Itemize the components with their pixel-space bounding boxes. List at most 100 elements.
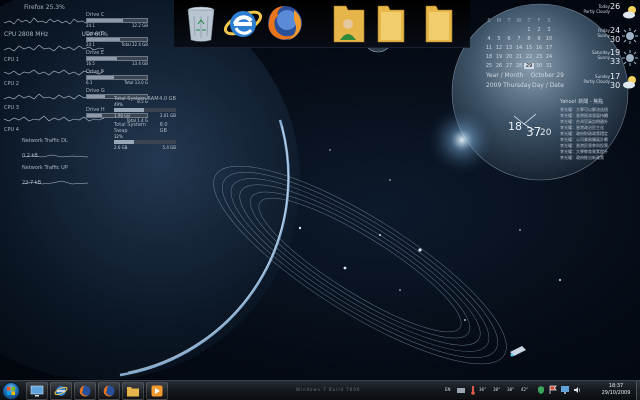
show-desktop-button[interactable] bbox=[636, 381, 640, 400]
clock-second: 20 bbox=[540, 128, 552, 138]
media-player-icon bbox=[151, 385, 163, 397]
news-feed-gadget: Yahoo! 新聞 - 焦點 李光耀：大學可以解決這個 李光耀：香港經濟發展持續李… bbox=[560, 98, 620, 160]
news-item[interactable]: 李光耀：政府推出新政策 bbox=[560, 155, 620, 161]
calendar-day[interactable]: 4 bbox=[484, 36, 494, 42]
calendar-day[interactable]: 26 bbox=[494, 63, 504, 69]
taskbar-show-desktop-btn[interactable] bbox=[26, 382, 48, 400]
calendar-day[interactable]: 2 bbox=[534, 27, 544, 33]
weather-hi: 24 bbox=[610, 26, 621, 35]
firefox-icon bbox=[268, 6, 302, 40]
calendar-day[interactable]: 3 bbox=[544, 27, 554, 33]
calendar-day[interactable]: 6 bbox=[504, 36, 514, 42]
news-list: 李光耀：大學可以解決這個 李光耀：香港經濟發展持續 李光耀：台灣官員訪問國外 李光耀：… bbox=[560, 107, 620, 161]
folder-icon bbox=[127, 387, 139, 397]
calendar-day[interactable]: 7 bbox=[514, 36, 524, 42]
taskbar-ie-btn[interactable] bbox=[50, 382, 72, 400]
folder-icon bbox=[377, 5, 405, 43]
calendar-day[interactable]: 22 bbox=[524, 54, 534, 60]
memory-meter-gadget: Total System RAM 4.0 GB 49% 1.98 GB 2.01 G… bbox=[114, 96, 176, 150]
drive-usage-bar bbox=[86, 18, 148, 23]
weather-hi: 19 bbox=[610, 48, 621, 57]
month-day: October 29 bbox=[530, 72, 564, 79]
drive-f: Drive F 6.1 Total 13.0 G bbox=[86, 69, 148, 85]
net-ul-title: Network Traffic UP bbox=[22, 165, 68, 171]
calendar-day[interactable]: 15 bbox=[524, 45, 534, 51]
calendar-day[interactable]: 10 bbox=[544, 36, 554, 42]
taskbar-time: 18:37 bbox=[608, 383, 624, 389]
keyboard-icon[interactable] bbox=[457, 385, 465, 395]
taskbar-watermark: Windows 7 Build 7600 bbox=[296, 387, 361, 392]
weather-hi: 17 bbox=[610, 72, 621, 81]
ram-used: 1.98 GB bbox=[114, 113, 131, 118]
calendar-day[interactable]: 9 bbox=[534, 36, 544, 42]
calendar-day[interactable]: 23 bbox=[534, 54, 544, 60]
cpu4-label: CPU 4 bbox=[4, 127, 19, 133]
calendar-day[interactable]: 5 bbox=[494, 36, 504, 42]
dock-folder-2[interactable] bbox=[418, 2, 460, 44]
language-indicator[interactable]: EN bbox=[445, 387, 451, 392]
weather-today[interactable]: Today Partly Cloudy 26 bbox=[560, 2, 640, 24]
weather-cond: Partly Cloudy bbox=[583, 79, 610, 84]
swap-free: 5.4 GB bbox=[162, 145, 176, 150]
cpu-header: Firefox 25.3% bbox=[24, 4, 65, 11]
drive-usage-bar bbox=[86, 56, 148, 61]
dock-user-folder[interactable] bbox=[328, 2, 370, 44]
shield-icon[interactable] bbox=[537, 385, 545, 395]
temperature-icon[interactable] bbox=[469, 385, 477, 395]
start-button[interactable] bbox=[2, 382, 20, 400]
weekday-header: M bbox=[496, 18, 502, 24]
calendar-day[interactable]: 24 bbox=[544, 54, 554, 60]
net-upload: Network Traffic UP 22.7 kB bbox=[21, 165, 89, 186]
drive-c: Drive C 24.1 12.2 GB bbox=[86, 12, 148, 28]
drive-usage-bar bbox=[86, 75, 148, 80]
weather-sunday[interactable]: Sunday Partly Cloudy 17 30 bbox=[560, 72, 640, 94]
sunny-icon bbox=[622, 50, 638, 66]
calendar-day[interactable]: 28 bbox=[514, 63, 524, 69]
calendar-day[interactable]: 25 bbox=[484, 63, 494, 69]
calendar-day[interactable]: 13 bbox=[504, 45, 514, 51]
calendar-day[interactable]: 14 bbox=[514, 45, 524, 51]
system-tray: EN 36° 38° 38° 42° bbox=[443, 384, 593, 398]
weather-lo: 33 bbox=[610, 57, 621, 66]
calendar-day[interactable]: 29 bbox=[524, 63, 534, 69]
volume-icon[interactable] bbox=[573, 385, 581, 395]
calendar-day[interactable]: 18 bbox=[484, 54, 494, 60]
calendar-day[interactable]: 31 bbox=[544, 63, 554, 69]
calendar-day[interactable]: 8 bbox=[524, 36, 534, 42]
calendar-day[interactable]: 1 bbox=[524, 27, 534, 33]
weekday-header: T bbox=[527, 18, 531, 24]
calendar-day[interactable]: 21 bbox=[514, 54, 524, 60]
calendar-day[interactable]: 30 bbox=[534, 63, 544, 69]
calendar-day[interactable]: 20 bbox=[504, 54, 514, 60]
drive-right: Total 22.4 GB bbox=[121, 42, 148, 47]
calendar-day[interactable]: 16 bbox=[534, 45, 544, 51]
spaceship bbox=[510, 346, 526, 357]
weather-friday[interactable]: Friday Sunny 24 30 bbox=[560, 26, 640, 48]
ram-usage-bar bbox=[114, 108, 176, 112]
taskbar-clock[interactable]: 18:37 29/10/2009 bbox=[596, 383, 636, 397]
calendar-day[interactable]: 27 bbox=[504, 63, 514, 69]
temp-1: 36° bbox=[479, 387, 487, 392]
windows-logo-icon bbox=[7, 387, 15, 395]
calendar-day bbox=[514, 27, 524, 33]
year-weekday: 2009 Thursday bbox=[486, 82, 532, 89]
network-icon[interactable] bbox=[561, 385, 569, 395]
calendar-day[interactable]: 12 bbox=[494, 45, 504, 51]
taskbar-media-player-btn[interactable] bbox=[146, 382, 168, 400]
calendar-grid: S M T W T F S 1 2 3 4 5 6 7 8 9 10 11 12 13 14 15 16 17 18 19 20 21… bbox=[484, 18, 560, 69]
weather-saturday[interactable]: Saturday Sunny 19 33 bbox=[560, 48, 640, 70]
dock-firefox[interactable] bbox=[264, 2, 306, 44]
calendar-day[interactable]: 11 bbox=[484, 45, 494, 51]
taskbar-firefox2-btn[interactable] bbox=[98, 382, 120, 400]
dock-internet-explorer[interactable] bbox=[222, 2, 264, 44]
news-title[interactable]: Yahoo! 新聞 - 焦點 bbox=[560, 98, 620, 105]
taskbar-explorer-btn[interactable] bbox=[122, 382, 144, 400]
swap-title: Total System Swap bbox=[114, 122, 146, 134]
flag-icon[interactable] bbox=[549, 385, 557, 395]
taskbar-firefox-btn[interactable] bbox=[74, 382, 96, 400]
dock-recycle-bin[interactable] bbox=[180, 2, 222, 44]
dock-folder-1[interactable] bbox=[370, 2, 412, 44]
calendar-day[interactable]: 17 bbox=[544, 45, 554, 51]
drive-left: 16.5 bbox=[86, 61, 95, 66]
calendar-day[interactable]: 19 bbox=[494, 54, 504, 60]
